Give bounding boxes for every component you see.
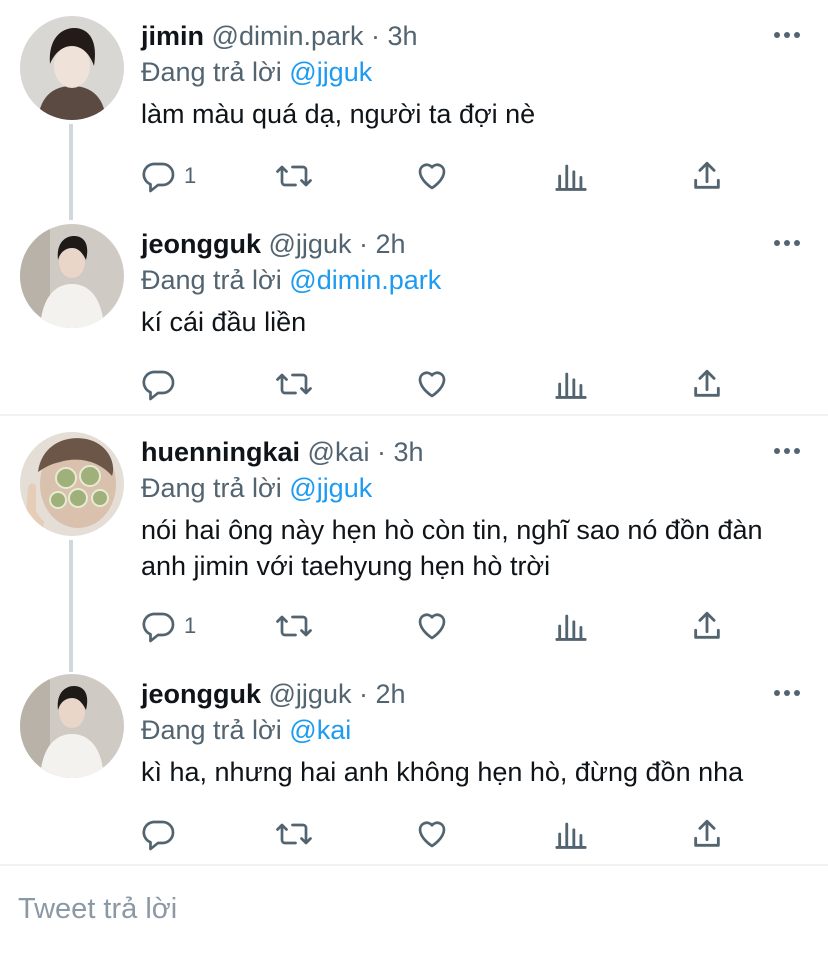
reply-button[interactable]: 1 xyxy=(140,606,196,646)
share-icon xyxy=(694,369,720,397)
reply-button[interactable]: 1 xyxy=(140,156,196,196)
mention-link[interactable]: @jjguk xyxy=(289,473,372,503)
replying-prefix: Đang trả lời xyxy=(141,57,282,87)
reply-button[interactable] xyxy=(140,364,184,404)
timestamp[interactable]: 2h xyxy=(376,229,406,259)
retweet-icon xyxy=(276,615,312,637)
share-icon xyxy=(694,611,720,639)
user-handle[interactable]: @jjguk xyxy=(269,229,352,259)
tweet-actions: 1 xyxy=(140,606,740,646)
share-button[interactable] xyxy=(690,156,724,196)
like-button[interactable] xyxy=(414,364,450,404)
timestamp[interactable]: 3h xyxy=(388,21,418,51)
reply-icon xyxy=(142,162,175,193)
replying-prefix: Đang trả lời xyxy=(141,715,282,745)
tweet-actions xyxy=(140,814,740,854)
display-name[interactable]: jeongguk xyxy=(141,679,261,709)
reply-input[interactable]: Tweet trả lời xyxy=(18,893,177,926)
display-name[interactable]: jeongguk xyxy=(141,229,261,259)
heart-icon xyxy=(418,371,446,398)
tweet-actions xyxy=(140,364,740,404)
replying-to: Đang trả lời @dimin.park xyxy=(141,260,441,300)
views-icon xyxy=(555,372,587,399)
retweet-icon xyxy=(276,165,312,187)
tweet-text: nói hai ông này hẹn hò còn tin, nghĩ sao… xyxy=(141,515,763,581)
more-icon[interactable] xyxy=(772,28,802,42)
reply-count: 1 xyxy=(184,163,197,188)
reply-icon xyxy=(142,612,175,643)
views-button[interactable] xyxy=(554,364,588,404)
divider xyxy=(0,414,828,416)
timestamp[interactable]: 3h xyxy=(394,437,424,467)
share-icon xyxy=(694,819,720,847)
more-icon[interactable] xyxy=(772,686,802,700)
retweet-icon xyxy=(276,373,312,395)
replying-prefix: Đang trả lời xyxy=(141,473,282,503)
reply-count: 1 xyxy=(184,613,197,638)
like-button[interactable] xyxy=(414,606,450,646)
user-handle[interactable]: @kai xyxy=(308,437,370,467)
tweet[interactable]: jeongguk @jjguk · 2h Đang trả lời @kai k… xyxy=(0,674,828,854)
heart-icon xyxy=(418,163,446,190)
views-button[interactable] xyxy=(554,156,588,196)
separator: · xyxy=(358,229,368,259)
avatar[interactable] xyxy=(20,16,124,120)
heart-icon xyxy=(418,613,446,640)
separator: · xyxy=(371,21,381,51)
views-icon xyxy=(555,822,587,849)
display-name[interactable]: jimin xyxy=(141,21,204,51)
retweet-button[interactable] xyxy=(274,156,314,196)
retweet-button[interactable] xyxy=(274,814,314,854)
reply-button[interactable] xyxy=(140,814,184,854)
views-button[interactable] xyxy=(554,606,588,646)
tweet-header: jeongguk @jjguk · 2h xyxy=(141,674,406,714)
separator: · xyxy=(358,679,368,709)
mention-link[interactable]: @kai xyxy=(289,715,351,745)
mention-link[interactable]: @jjguk xyxy=(289,57,372,87)
replying-to: Đang trả lời @jjguk xyxy=(141,52,372,92)
tweet-header: jeongguk @jjguk · 2h xyxy=(141,224,406,264)
share-button[interactable] xyxy=(690,606,724,646)
avatar[interactable] xyxy=(20,674,124,778)
replying-prefix: Đang trả lời xyxy=(141,265,282,295)
replying-to: Đang trả lời @kai xyxy=(141,710,351,750)
views-icon xyxy=(555,164,587,191)
share-button[interactable] xyxy=(690,814,724,854)
reply-icon xyxy=(142,820,175,851)
like-button[interactable] xyxy=(414,814,450,854)
timestamp[interactable]: 2h xyxy=(376,679,406,709)
replying-to: Đang trả lời @jjguk xyxy=(141,468,372,508)
avatar[interactable] xyxy=(20,432,124,536)
tweet-actions: 1 xyxy=(140,156,740,196)
user-handle[interactable]: @jjguk xyxy=(269,679,352,709)
mention-link[interactable]: @dimin.park xyxy=(289,265,441,295)
views-icon xyxy=(555,614,587,641)
tweet-text: làm màu quá dạ, người ta đợi nè xyxy=(141,99,536,129)
heart-icon xyxy=(418,821,446,848)
more-icon[interactable] xyxy=(772,444,802,458)
tweet[interactable]: huenningkai @kai · 3h Đang trả lời @jjgu… xyxy=(0,432,828,652)
tweet-text: kì ha, nhưng hai anh không hẹn hò, đừng … xyxy=(141,757,744,787)
separator: · xyxy=(376,437,386,467)
display-name[interactable]: huenningkai xyxy=(141,437,300,467)
user-handle[interactable]: @dimin.park xyxy=(212,21,364,51)
tweet[interactable]: jimin @dimin.park · 3h Đang trả lời @jjg… xyxy=(0,16,828,196)
retweet-button[interactable] xyxy=(274,606,314,646)
share-button[interactable] xyxy=(690,364,724,404)
more-icon[interactable] xyxy=(772,236,802,250)
tweet[interactable]: jeongguk @jjguk · 2h Đang trả lời @dimin… xyxy=(0,224,828,404)
tweet-header: huenningkai @kai · 3h xyxy=(141,432,424,472)
divider xyxy=(0,864,828,866)
retweet-icon xyxy=(276,823,312,845)
reply-icon xyxy=(142,370,175,401)
tweet-header: jimin @dimin.park · 3h xyxy=(141,16,418,56)
avatar[interactable] xyxy=(20,224,124,328)
tweet-text: kí cái đầu liền xyxy=(141,307,307,337)
views-button[interactable] xyxy=(554,814,588,854)
share-icon xyxy=(694,161,720,189)
like-button[interactable] xyxy=(414,156,450,196)
retweet-button[interactable] xyxy=(274,364,314,404)
